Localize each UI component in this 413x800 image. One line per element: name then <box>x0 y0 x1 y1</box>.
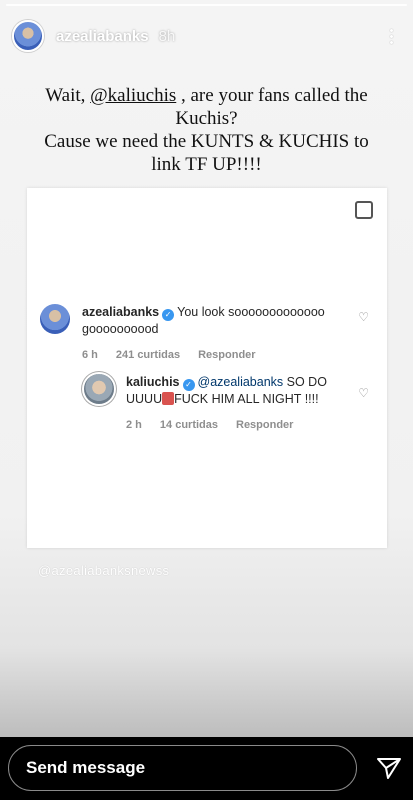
caption-prefix: Wait, <box>45 85 91 106</box>
story-footer: Send message <box>0 737 413 800</box>
story-progress-bar <box>6 4 407 6</box>
more-options-icon[interactable] <box>381 24 401 48</box>
caption-suffix: , are your fans called the Kuchis? <box>175 85 368 129</box>
comment-likes: 14 curtidas <box>159 419 218 431</box>
send-icon[interactable] <box>377 757 401 779</box>
checkbox-icon <box>355 201 373 219</box>
caption-mention[interactable]: @kaliuchis <box>90 85 176 106</box>
comment-time: 2 h <box>126 419 142 431</box>
story-caption: Wait, @kaliuchis , are your fans called … <box>30 84 383 176</box>
comment-text-2: FUCK HIM ALL NIGHT !!!! <box>174 392 319 406</box>
comment-username: kaliuchis <box>126 375 180 389</box>
comment-username: azealiabanks <box>82 305 160 319</box>
avatar <box>84 374 114 404</box>
emoji-icon <box>162 392 175 405</box>
heart-icon: ♡ <box>358 386 369 400</box>
comment-2: kaliuchis ✓ @azealiabanks SO DO UUUU FUCK H… <box>84 374 344 434</box>
comment-likes: 241 curtidas <box>115 349 181 361</box>
watermark: @azealiabanksnewss <box>38 563 170 578</box>
comment-meta: 2 h 14 curtidas Responder <box>126 417 344 434</box>
comment-reply: Responder <box>236 419 294 431</box>
comment-1: azealiabanks ✓ You look sooooooooooooo goo… <box>40 304 350 364</box>
send-message-input[interactable]: Send message <box>8 745 357 791</box>
story-header: azealiabanks 8h <box>12 18 401 54</box>
heart-icon: ♡ <box>358 310 369 324</box>
comment-mention: @azealiabanks <box>197 375 284 389</box>
story-time: 8h <box>158 27 176 45</box>
avatar <box>40 304 70 334</box>
verified-badge-icon: ✓ <box>162 309 175 321</box>
story-view[interactable]: azealiabanks 8h Wait, @kaliuchis , are y… <box>0 0 413 737</box>
caption-line2: Cause we need the KUNTS & KUCHIS to link… <box>44 131 369 175</box>
story-username[interactable]: azealiabanks <box>56 28 149 45</box>
comment-meta: 6 h 241 curtidas Responder <box>82 347 350 364</box>
comment-time: 6 h <box>82 349 98 361</box>
comment-reply: Responder <box>198 349 256 361</box>
comment-screenshot-card: azealiabanks ✓ You look sooooooooooooo goo… <box>27 188 387 548</box>
send-message-placeholder: Send message <box>26 758 146 777</box>
verified-badge-icon: ✓ <box>182 379 195 391</box>
avatar[interactable] <box>12 20 44 52</box>
